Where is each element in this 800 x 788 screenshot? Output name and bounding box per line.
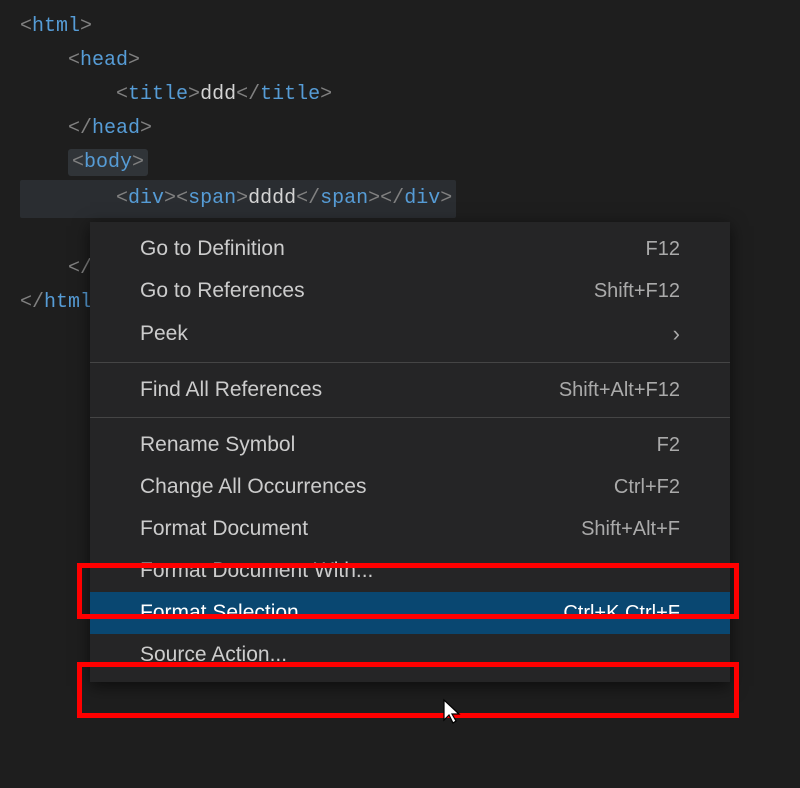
menu-item-label: Go to Definition bbox=[140, 237, 285, 261]
menu-separator bbox=[90, 362, 730, 363]
span-text: dddd bbox=[248, 187, 296, 210]
menu-item-label: Change All Occurrences bbox=[140, 475, 366, 499]
tag-div: div bbox=[128, 187, 164, 210]
tag-title: title bbox=[128, 83, 188, 106]
menu-item-find-all-references[interactable]: Find All References Shift+Alt+F12 bbox=[90, 369, 730, 411]
menu-item-label: Source Action... bbox=[140, 643, 287, 667]
code-line-3: <title>ddd</title> bbox=[20, 78, 780, 112]
tag-head: head bbox=[80, 49, 128, 72]
tag-html: html bbox=[32, 15, 80, 38]
menu-item-source-action[interactable]: Source Action... bbox=[90, 634, 730, 676]
code-line-2: <head> bbox=[20, 44, 780, 78]
title-text: ddd bbox=[200, 83, 236, 106]
tag-title-close: title bbox=[260, 83, 320, 106]
menu-item-format-selection[interactable]: Format Selection Ctrl+K Ctrl+F bbox=[90, 592, 730, 634]
menu-item-label: Go to References bbox=[140, 279, 305, 303]
menu-item-shortcut: Shift+Alt+F bbox=[581, 518, 680, 541]
code-line-1: <html> bbox=[20, 10, 780, 44]
context-menu: Go to Definition F12 Go to References Shift… bbox=[90, 222, 730, 682]
menu-item-label: Rename Symbol bbox=[140, 433, 295, 457]
menu-item-label: Format Document With... bbox=[140, 559, 373, 583]
menu-item-go-to-definition[interactable]: Go to Definition F12 bbox=[90, 228, 730, 270]
menu-item-change-all-occurrences[interactable]: Change All Occurrences Ctrl+F2 bbox=[90, 466, 730, 508]
menu-item-label: Format Document bbox=[140, 517, 308, 541]
menu-item-format-document[interactable]: Format Document Shift+Alt+F bbox=[90, 508, 730, 550]
menu-separator bbox=[90, 417, 730, 418]
menu-item-rename-symbol[interactable]: Rename Symbol F2 bbox=[90, 424, 730, 466]
menu-item-shortcut: F12 bbox=[646, 238, 680, 261]
tag-head-close: head bbox=[92, 117, 140, 140]
menu-item-format-document-with[interactable]: Format Document With... bbox=[90, 550, 730, 592]
menu-item-go-to-references[interactable]: Go to References Shift+F12 bbox=[90, 270, 730, 312]
menu-item-peek[interactable]: Peek › bbox=[90, 312, 730, 356]
menu-item-label: Format Selection bbox=[140, 601, 299, 625]
menu-item-label: Peek bbox=[140, 322, 188, 346]
code-line-4: </head> bbox=[20, 112, 780, 146]
tag-span-close: span bbox=[320, 187, 368, 210]
menu-item-shortcut: Shift+Alt+F12 bbox=[559, 379, 680, 402]
menu-item-shortcut: Ctrl+F2 bbox=[614, 476, 680, 499]
menu-item-shortcut: F2 bbox=[657, 434, 680, 457]
tag-html-close: html bbox=[44, 291, 92, 314]
cursor-pointer-icon bbox=[442, 698, 462, 724]
menu-item-label: Find All References bbox=[140, 378, 322, 402]
menu-item-shortcut: Shift+F12 bbox=[594, 280, 680, 303]
code-line-5: <body> bbox=[20, 146, 780, 180]
code-line-6: <div><span>dddd</span></div> bbox=[20, 180, 780, 218]
menu-item-shortcut: Ctrl+K Ctrl+F bbox=[563, 602, 680, 625]
chevron-right-icon: › bbox=[673, 321, 680, 347]
tag-span: span bbox=[188, 187, 236, 210]
tag-div-close: div bbox=[404, 187, 440, 210]
tag-body: body bbox=[84, 151, 132, 174]
